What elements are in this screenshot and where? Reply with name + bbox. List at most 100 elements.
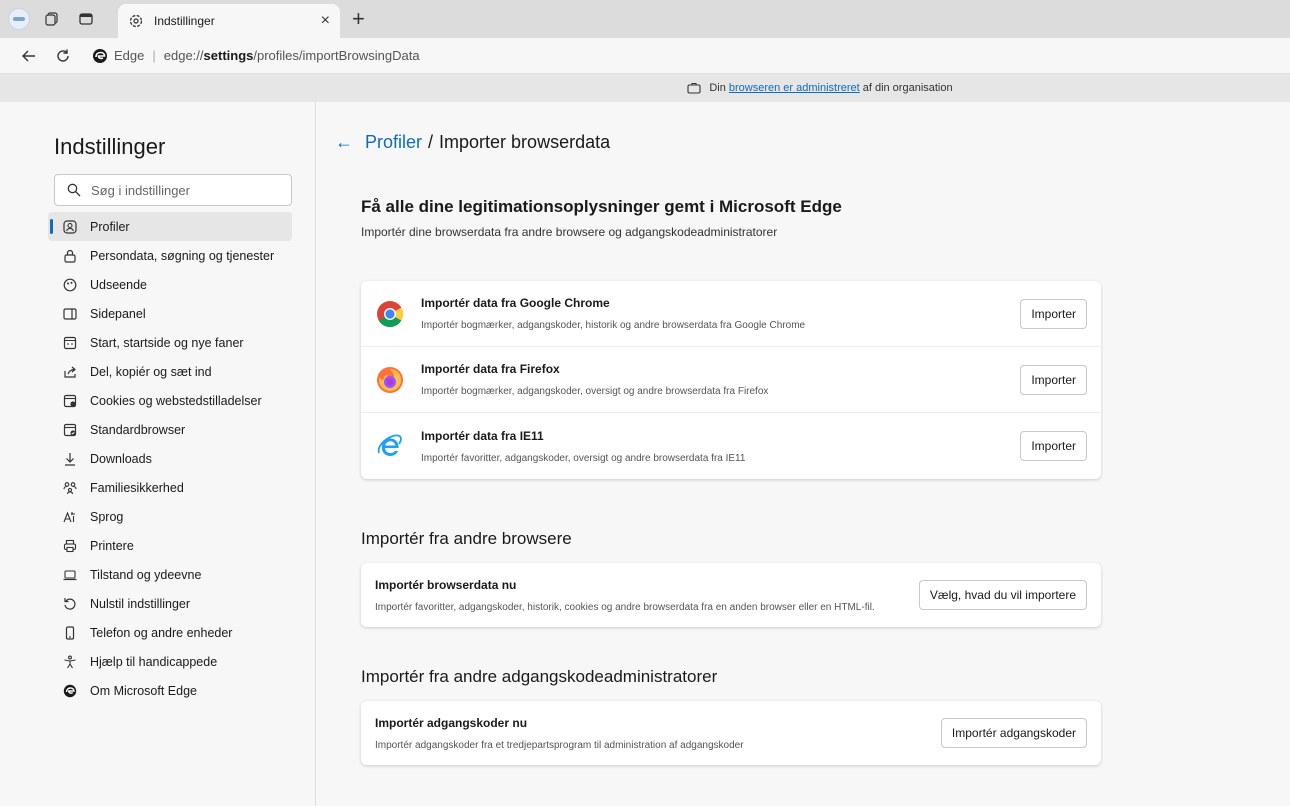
- hero-subtitle: Importér dine browserdata fra andre brow…: [361, 225, 778, 239]
- family-icon: [62, 480, 78, 496]
- page-title: Importer browserdata: [439, 132, 611, 152]
- hero-section: Få alle dine legitimationsoplysninger ge…: [361, 197, 1101, 479]
- url-rest: /profiles/importBrowsingData: [253, 48, 420, 63]
- briefcase-icon: [687, 82, 701, 94]
- breadcrumb-separator: /: [428, 132, 434, 152]
- search-box[interactable]: [54, 174, 292, 206]
- url-field[interactable]: Edge | edge://settings/profiles/importBr…: [92, 42, 420, 70]
- sidebar-item-share[interactable]: Del, kopiér og sæt ind: [48, 357, 292, 386]
- managed-suffix: af din organisation: [862, 82, 953, 94]
- import-chrome-button[interactable]: Importer: [1020, 298, 1087, 329]
- sidebar-item-privacy[interactable]: Persondata, søgning og tjenester: [48, 241, 292, 270]
- sidebar-item-about[interactable]: Om Microsoft Edge: [48, 676, 292, 705]
- sidebar-item-profiler[interactable]: Profiler: [48, 212, 292, 241]
- sidebar-item-phone[interactable]: Telefon og andre enheder: [48, 618, 292, 647]
- sidebar-item-accessibility[interactable]: Hjælp til handicappede: [48, 647, 292, 676]
- edge-icon: [62, 683, 78, 699]
- tab-title: Indstillinger: [154, 14, 215, 28]
- sidebar-item-reset[interactable]: Nulstil indstillinger: [48, 589, 292, 618]
- sidebar-item-start[interactable]: Start, startside og nye faner: [48, 328, 292, 357]
- sidebar-nav: Profiler Persondata, søgning og tjeneste…: [48, 212, 315, 705]
- laptop-icon: [62, 567, 78, 583]
- language-icon: [62, 509, 78, 525]
- refresh-icon: [57, 49, 69, 62]
- sidebar-item-label: Sidepanel: [90, 306, 146, 321]
- site-name: Edge: [114, 48, 145, 63]
- content-area: ← Profiler / Importer browserdata Få all…: [316, 102, 1290, 806]
- profile-icon: [62, 219, 78, 235]
- sidebar-item-label: Udseende: [90, 277, 147, 292]
- import-row-desc: Importér favoritter, adgangskoder, overs…: [421, 452, 746, 464]
- sidebar-item-label: Downloads: [90, 451, 152, 466]
- default-browser-icon: [62, 422, 78, 438]
- sidebar-item-label: Persondata, søgning og tjenester: [90, 248, 275, 263]
- sidebar-item-family[interactable]: Familiesikkerhed: [48, 473, 292, 502]
- sidebar-item-system[interactable]: Tilstand og ydeevne: [48, 560, 292, 589]
- other-browsers-desc: Importér favoritter, adgangskoder, histo…: [375, 601, 875, 613]
- import-row-chrome: Importér data fra Google Chrome Importér…: [361, 281, 1101, 347]
- close-tab-icon[interactable]: ×: [321, 12, 330, 30]
- refresh-button[interactable]: [48, 42, 78, 70]
- sidepanel-icon: [62, 306, 78, 322]
- breadcrumb-profiles-link[interactable]: Profiler: [365, 132, 422, 153]
- tab-strip: Indstillinger × +: [0, 0, 1290, 38]
- password-managers-card: Importér adgangskoder nu Importér adgang…: [361, 701, 1101, 765]
- workspaces-icon[interactable]: [44, 11, 60, 27]
- edge-icon: [93, 48, 107, 63]
- sidebar-item-label: Nulstil indstillinger: [90, 596, 191, 611]
- import-row-desc: Importér bogmærker, adgangskoder, histor…: [421, 320, 806, 331]
- sidebar-item-label: Telefon og andre enheder: [90, 625, 233, 640]
- import-row-desc: Importér bogmærker, adgangskoder, oversi…: [421, 386, 769, 397]
- import-firefox-button[interactable]: Importer: [1020, 364, 1087, 395]
- managed-link[interactable]: browseren er administreret: [729, 82, 860, 94]
- url-separator: |: [152, 48, 156, 63]
- import-passwords-button[interactable]: Importér adgangskoder: [940, 718, 1087, 748]
- sidebar-item-sidepanel[interactable]: Sidepanel: [48, 299, 292, 328]
- sidebar-item-cookies[interactable]: Cookies og webstedstilladelser: [48, 386, 292, 415]
- sidebar-item-label: Familiesikkerhed: [90, 480, 184, 495]
- sidebar-item-label: Start, startside og nye faner: [90, 335, 244, 350]
- choose-what-to-import-button[interactable]: Vælg, hvad du vil importere: [918, 580, 1087, 610]
- import-row-firefox: Importér data fra Firefox Importér bogmæ…: [361, 347, 1101, 413]
- tab-settings[interactable]: Indstillinger ×: [118, 4, 340, 38]
- appearance-icon: [62, 277, 78, 293]
- sidebar-item-label: Om Microsoft Edge: [90, 683, 197, 698]
- sidebar-item-default-browser[interactable]: Standardbrowser: [48, 415, 292, 444]
- password-managers-desc: Importér adgangskoder fra et tredjeparts…: [375, 739, 744, 751]
- import-row-ie11: Importér data fra IE11 Importér favoritt…: [361, 413, 1101, 479]
- back-button[interactable]: [14, 42, 44, 70]
- import-ie11-button[interactable]: Importer: [1020, 431, 1087, 461]
- sidebar-item-label: Tilstand og ydeevne: [90, 567, 202, 582]
- sidebar-item-label: Hjælp til handicappede: [90, 654, 218, 669]
- settings-main: Indstillinger Profiler Persondata, søgni…: [0, 102, 1290, 806]
- address-bar: Edge | edge://settings/profiles/importBr…: [0, 38, 1290, 74]
- start-icon: [62, 335, 78, 351]
- chrome-icon: [377, 300, 404, 327]
- printer-icon: [62, 538, 78, 554]
- managed-prefix: Din: [709, 82, 726, 94]
- back-arrow-icon[interactable]: ←: [335, 132, 353, 153]
- browser-import-card: Importér data fra Google Chrome Importér…: [361, 281, 1101, 479]
- password-managers-section: Importér fra andre adgangskodeadministra…: [361, 667, 1101, 765]
- other-browsers-title: Importér browserdata nu: [375, 577, 517, 592]
- profile-avatar[interactable]: [8, 8, 30, 30]
- import-row-title: Importér data fra IE11: [421, 428, 544, 443]
- reset-icon: [62, 596, 78, 612]
- back-arrow-icon: [22, 50, 35, 61]
- tab-actions-icon[interactable]: [78, 11, 94, 27]
- sidebar-item-downloads[interactable]: Downloads: [48, 444, 292, 473]
- sidebar-item-printers[interactable]: Printere: [48, 531, 292, 560]
- sidebar-item-appearance[interactable]: Udseende: [48, 270, 292, 299]
- sidebar-item-label: Standardbrowser: [90, 422, 186, 437]
- share-icon: [62, 364, 78, 380]
- lock-icon: [62, 248, 78, 264]
- sidebar-item-label: Profiler: [90, 219, 130, 234]
- sidebar-item-label: Sprog: [90, 509, 124, 524]
- search-input[interactable]: [91, 182, 281, 198]
- managed-bar: Din browseren er administreret af din or…: [0, 74, 1290, 102]
- sidebar-item-language[interactable]: Sprog: [48, 502, 292, 531]
- new-tab-button[interactable]: +: [352, 8, 365, 30]
- download-icon: [62, 451, 78, 467]
- password-managers-title: Importér adgangskoder nu: [375, 715, 528, 730]
- other-browsers-card: Importér browserdata nu Importér favorit…: [361, 563, 1101, 627]
